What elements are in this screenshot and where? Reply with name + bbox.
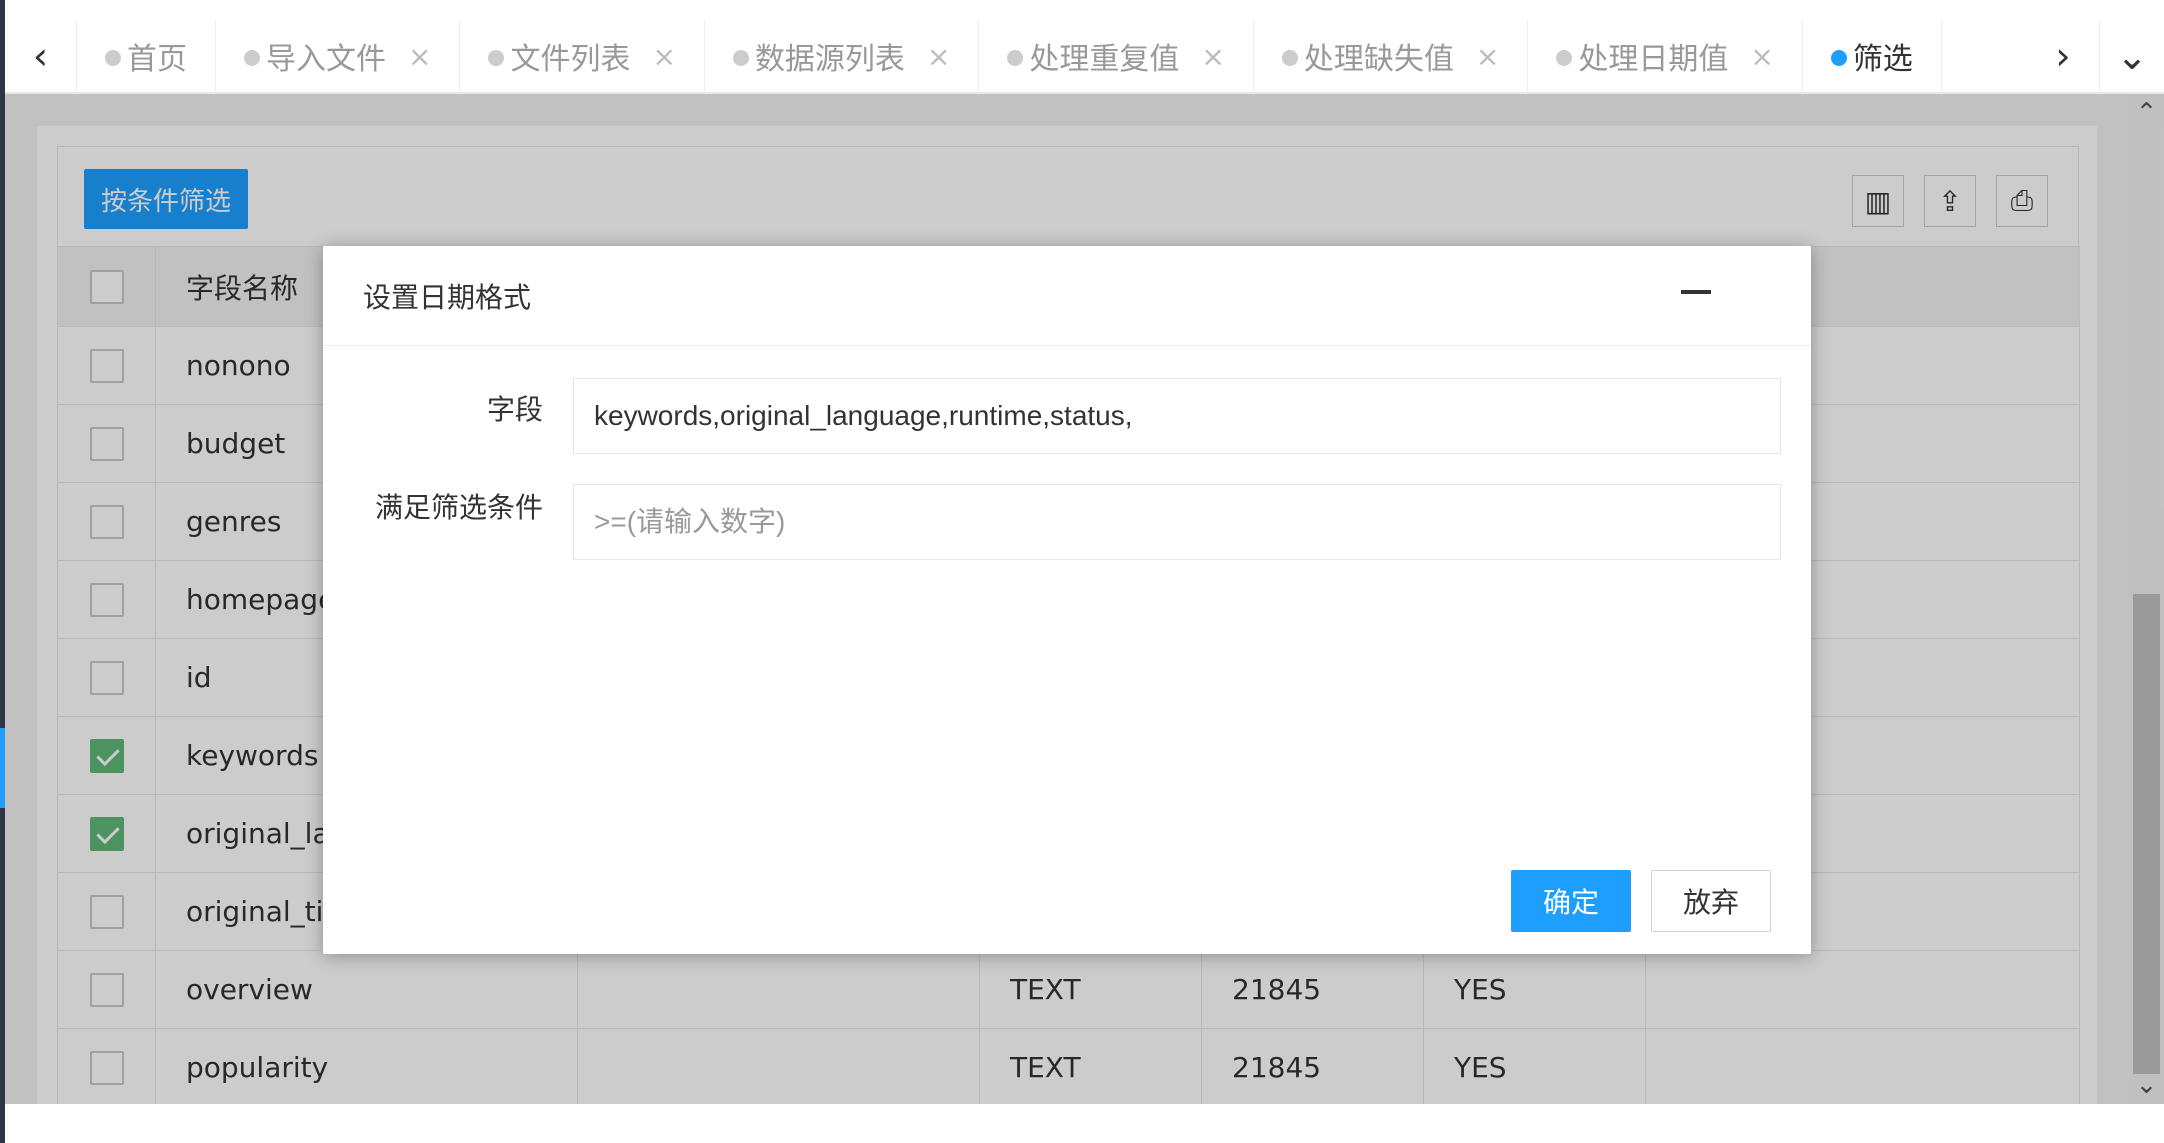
close-icon[interactable]: × [1750,40,1773,73]
tab-menu-button[interactable]: ⌄ [2099,20,2164,92]
tab-label: 数据源列表 [754,42,905,77]
tab-label: 处理日期值 [1578,42,1729,77]
field-label: 字段 [486,393,543,426]
tab-6[interactable]: 处理日期值 × [1528,20,1803,92]
tab-label: 导入文件 [266,42,386,77]
tab-5[interactable]: 处理缺失值 × [1254,20,1529,92]
tab-dot-icon [244,50,260,66]
chevron-right-icon: › [2055,34,2071,78]
tab-1[interactable]: 导入文件 × [216,20,461,92]
chevron-down-icon: ⌄ [2116,34,2148,78]
tab-next-button[interactable]: › [2027,20,2099,92]
tab-dot-icon [1830,50,1847,66]
condition-input[interactable] [573,484,1781,560]
chevron-left-icon: ‹ [32,34,49,78]
tab-4[interactable]: 处理重复值 × [979,20,1254,92]
tab-dot-icon [1556,50,1573,66]
field-input[interactable] [573,378,1781,454]
tab-dot-icon [1007,50,1024,66]
confirm-button[interactable]: 确定 [1511,870,1631,932]
date-format-dialog: 设置日期格式 字段 满足筛选条件 确定 放弃 [323,246,1811,954]
tab-prev-button[interactable]: ‹ [5,20,77,92]
tab-label: 文件列表 [510,42,631,77]
tab-label: 首页 [127,42,187,77]
tab-label: 筛选 [1852,42,1913,77]
tab-2[interactable]: 文件列表 × [460,20,705,92]
minimize-icon[interactable] [1681,290,1711,294]
tab-0[interactable]: 首页 [77,20,216,92]
tab-label: 处理缺失值 [1303,42,1454,77]
condition-row: 满足筛选条件 [323,484,1781,560]
close-icon[interactable]: × [1476,40,1499,73]
dialog-header: 设置日期格式 [323,246,1811,346]
close-icon[interactable]: × [408,40,431,73]
close-icon[interactable]: × [1201,40,1224,73]
tab-label: 处理重复值 [1029,42,1180,77]
tab-7[interactable]: 筛选 [1803,20,1942,92]
field-row: 字段 [323,378,1781,454]
tab-3[interactable]: 数据源列表 × [705,20,980,92]
tab-list: 首页 导入文件 × 文件列表 × 数据源列表 × 处理重复值 × 处理缺失值 × 处理日期值 × 筛选 [77,20,2027,92]
tab-dot-icon [732,50,749,66]
tab-dot-icon [488,50,505,66]
tab-bar: ‹ 首页 导入文件 × 文件列表 × 数据源列表 × 处理重复值 × 处理缺失值 × 处理日期值 × 筛选… [5,20,2164,94]
dialog-title: 设置日期格式 [363,280,532,314]
cancel-button[interactable]: 放弃 [1651,870,1771,932]
tab-dot-icon [1281,50,1298,66]
close-icon[interactable]: × [927,40,950,73]
tab-dot-icon [105,50,121,66]
condition-label: 满足筛选条件 [374,491,543,524]
close-icon[interactable]: × [652,40,675,73]
